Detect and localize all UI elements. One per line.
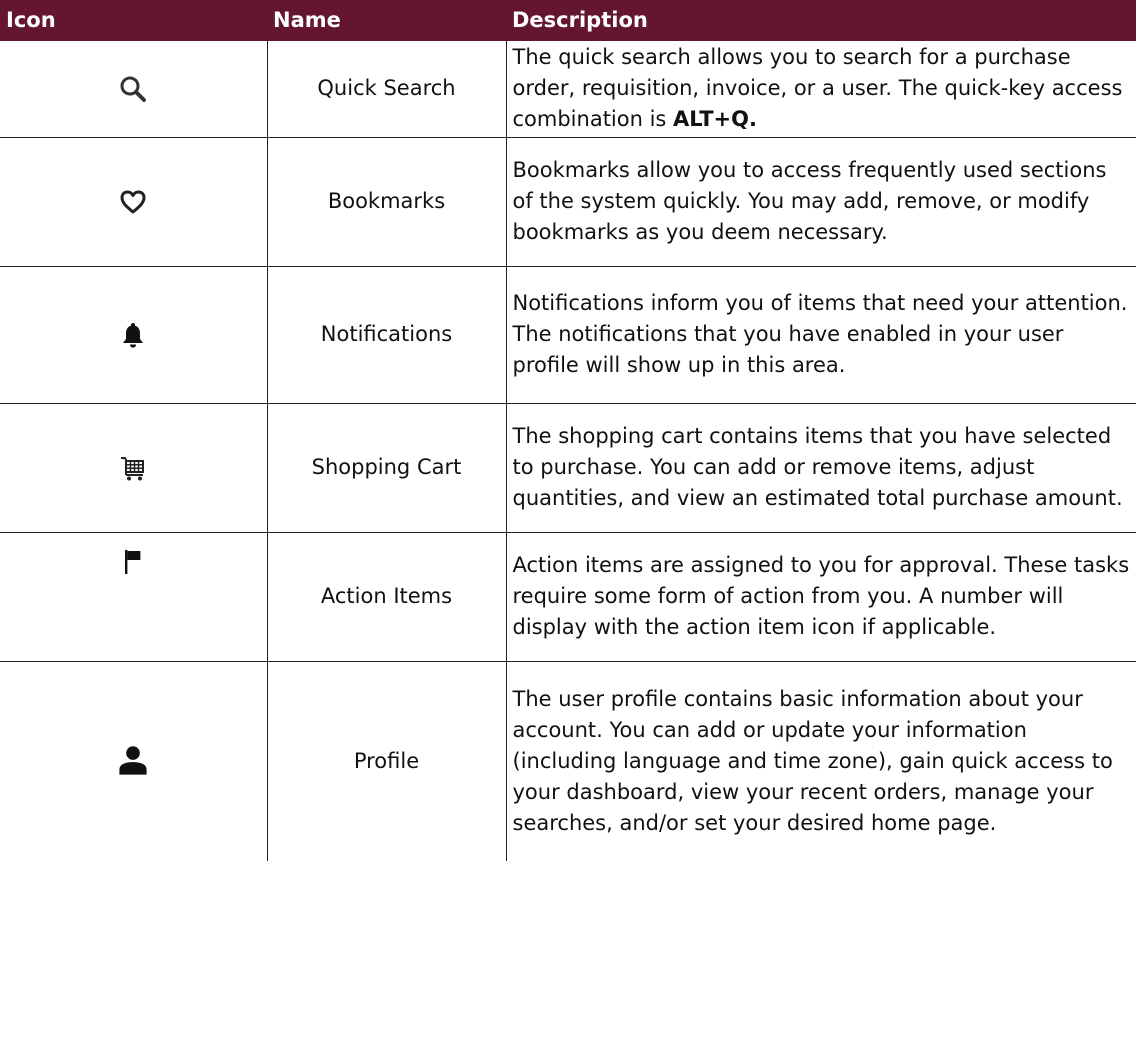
icon-cell (0, 266, 268, 404)
description-cell: The quick search allows you to search fo… (505, 41, 1136, 138)
flag-icon (118, 547, 148, 577)
table-row: Quick Search The quick search allows you… (0, 41, 1136, 138)
table-row: Shopping Cart The shopping cart contains… (0, 403, 1136, 533)
user-icon (116, 744, 150, 778)
name-cell: Shopping Cart (266, 403, 507, 533)
header-icon: Icon (0, 0, 267, 41)
name-cell: Profile (266, 661, 507, 861)
header-name: Name (267, 0, 506, 41)
shopping-cart-icon (118, 453, 148, 483)
name-cell: Bookmarks (266, 137, 507, 267)
search-icon (118, 74, 148, 104)
header-description: Description (506, 0, 1136, 41)
description-cell: Notifications inform you of items that n… (505, 266, 1136, 404)
description-text: The quick search allows you to search fo… (513, 45, 1123, 131)
icon-cell (0, 661, 268, 861)
description-cell: Bookmarks allow you to access frequently… (505, 137, 1136, 267)
table-row: Profile The user profile contains basic … (0, 661, 1136, 861)
table-row: Bookmarks Bookmarks allow you to access … (0, 137, 1136, 267)
description-shortcut: ALT+Q. (673, 107, 757, 132)
icon-cell (0, 137, 268, 267)
description-main: The quick search allows you to search fo… (512, 45, 1123, 132)
table-header-row: Icon Name Description (0, 0, 1136, 41)
heart-icon (118, 187, 148, 217)
icon-cell (0, 41, 268, 138)
name-cell: Quick Search (266, 41, 507, 138)
icon-reference-table: Icon Name Description Quick Search The q… (0, 0, 1136, 861)
name-cell: Notifications (266, 266, 507, 404)
table-row: Notifications Notifications inform you o… (0, 266, 1136, 404)
description-cell: The shopping cart contains items that yo… (505, 403, 1136, 533)
icon-cell (0, 403, 268, 533)
icon-cell (0, 532, 268, 662)
bell-icon (118, 320, 148, 350)
icon-reference-table-wrapper: Icon Name Description Quick Search The q… (0, 0, 1136, 1048)
description-cell: Action items are assigned to you for app… (505, 532, 1136, 662)
description-cell: The user profile contains basic informat… (505, 661, 1136, 861)
name-cell: Action Items (266, 532, 507, 662)
table-row: Action Items Action items are assigned t… (0, 532, 1136, 662)
